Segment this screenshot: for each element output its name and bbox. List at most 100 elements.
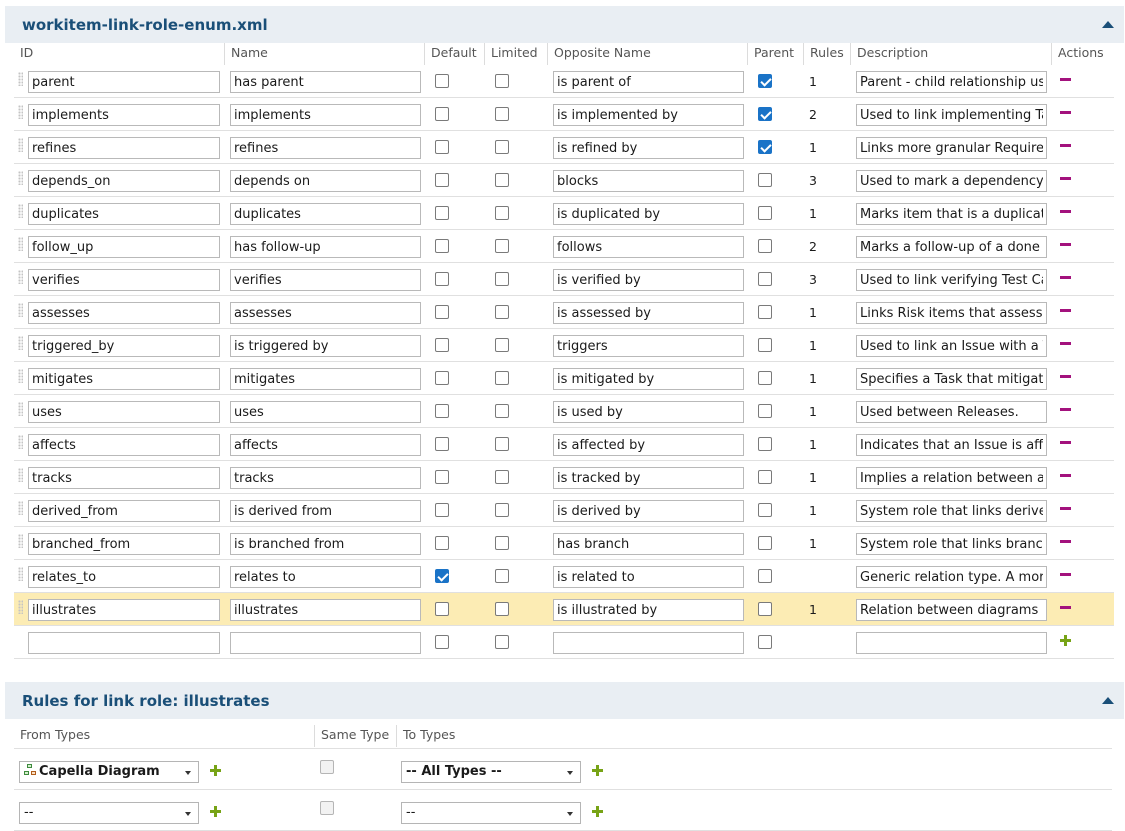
id-input[interactable] (28, 269, 220, 291)
id-input[interactable] (28, 368, 220, 390)
limited-checkbox[interactable] (495, 173, 509, 187)
limited-checkbox[interactable] (495, 470, 509, 484)
default-checkbox[interactable] (435, 536, 449, 550)
default-checkbox[interactable] (435, 239, 449, 253)
remove-row-icon[interactable] (1060, 210, 1071, 213)
name-input[interactable] (230, 269, 421, 291)
remove-row-icon[interactable] (1060, 540, 1071, 543)
table-row[interactable]: 1 (14, 395, 1114, 428)
drag-handle-icon[interactable] (18, 237, 23, 251)
description-input[interactable] (856, 500, 1047, 522)
id-input[interactable] (28, 170, 220, 192)
drag-handle-icon[interactable] (18, 402, 23, 416)
opposite-name-input[interactable] (553, 104, 744, 126)
default-checkbox[interactable] (435, 107, 449, 121)
parent-checkbox[interactable] (758, 305, 772, 319)
opposite-name-input[interactable] (553, 401, 744, 423)
parent-checkbox[interactable] (758, 206, 772, 220)
limited-checkbox[interactable] (495, 107, 509, 121)
remove-row-icon[interactable] (1060, 375, 1071, 378)
limited-checkbox[interactable] (495, 404, 509, 418)
id-input[interactable] (28, 434, 220, 456)
limited-checkbox[interactable] (495, 239, 509, 253)
same-type-checkbox[interactable] (320, 801, 334, 815)
parent-checkbox[interactable] (758, 173, 772, 187)
name-input[interactable] (230, 533, 421, 555)
opposite-name-input[interactable] (553, 632, 744, 654)
id-input[interactable] (28, 104, 220, 126)
parent-checkbox[interactable] (758, 503, 772, 517)
default-checkbox[interactable] (435, 602, 449, 616)
add-from-type-icon[interactable] (210, 765, 221, 776)
drag-handle-icon[interactable] (18, 72, 23, 86)
default-checkbox[interactable] (435, 305, 449, 319)
parent-checkbox[interactable] (758, 239, 772, 253)
drag-handle-icon[interactable] (18, 468, 23, 482)
description-input[interactable] (856, 71, 1047, 93)
add-from-type-icon[interactable] (210, 806, 221, 817)
table-row[interactable]: 1 (14, 131, 1114, 164)
remove-row-icon[interactable] (1060, 243, 1071, 246)
default-checkbox[interactable] (435, 206, 449, 220)
description-input[interactable] (856, 632, 1047, 654)
parent-checkbox[interactable] (758, 74, 772, 88)
name-input[interactable] (230, 170, 421, 192)
from-type-select[interactable]: Capella Diagram (19, 761, 199, 783)
drag-handle-icon[interactable] (18, 534, 23, 548)
description-input[interactable] (856, 203, 1047, 225)
limited-checkbox[interactable] (495, 437, 509, 451)
default-checkbox[interactable] (435, 503, 449, 517)
opposite-name-input[interactable] (553, 467, 744, 489)
remove-row-icon[interactable] (1060, 309, 1071, 312)
name-input[interactable] (230, 599, 421, 621)
name-input[interactable] (230, 467, 421, 489)
same-type-checkbox[interactable] (320, 760, 334, 774)
opposite-name-input[interactable] (553, 236, 744, 258)
limited-checkbox[interactable] (495, 305, 509, 319)
parent-checkbox[interactable] (758, 470, 772, 484)
opposite-name-input[interactable] (553, 302, 744, 324)
add-to-type-icon[interactable] (592, 806, 603, 817)
name-input[interactable] (230, 434, 421, 456)
drag-handle-icon[interactable] (18, 567, 23, 581)
default-checkbox[interactable] (435, 635, 449, 649)
parent-checkbox[interactable] (758, 602, 772, 616)
drag-handle-icon[interactable] (18, 600, 23, 614)
add-to-type-icon[interactable] (592, 765, 603, 776)
name-input[interactable] (230, 137, 421, 159)
from-type-select[interactable]: -- (19, 802, 199, 824)
name-input[interactable] (230, 368, 421, 390)
drag-handle-icon[interactable] (18, 138, 23, 152)
id-input[interactable] (28, 236, 220, 258)
table-row[interactable]: 1 (14, 527, 1114, 560)
table-row[interactable]: 1 (14, 65, 1114, 98)
name-input[interactable] (230, 203, 421, 225)
remove-row-icon[interactable] (1060, 474, 1071, 477)
opposite-name-input[interactable] (553, 566, 744, 588)
description-input[interactable] (856, 566, 1047, 588)
parent-checkbox[interactable] (758, 635, 772, 649)
limited-checkbox[interactable] (495, 74, 509, 88)
id-input[interactable] (28, 632, 220, 654)
table-row[interactable]: 1 (14, 428, 1114, 461)
remove-row-icon[interactable] (1060, 408, 1071, 411)
opposite-name-input[interactable] (553, 269, 744, 291)
opposite-name-input[interactable] (553, 71, 744, 93)
description-input[interactable] (856, 170, 1047, 192)
remove-row-icon[interactable] (1060, 111, 1071, 114)
table-row[interactable]: 2 (14, 230, 1114, 263)
default-checkbox[interactable] (435, 371, 449, 385)
default-checkbox[interactable] (435, 338, 449, 352)
default-checkbox[interactable] (435, 272, 449, 286)
drag-handle-icon[interactable] (18, 435, 23, 449)
name-input[interactable] (230, 632, 421, 654)
limited-checkbox[interactable] (495, 371, 509, 385)
limited-checkbox[interactable] (495, 536, 509, 550)
remove-row-icon[interactable] (1060, 78, 1071, 81)
name-input[interactable] (230, 104, 421, 126)
limited-checkbox[interactable] (495, 272, 509, 286)
id-input[interactable] (28, 302, 220, 324)
parent-checkbox[interactable] (758, 371, 772, 385)
id-input[interactable] (28, 467, 220, 489)
limited-checkbox[interactable] (495, 140, 509, 154)
